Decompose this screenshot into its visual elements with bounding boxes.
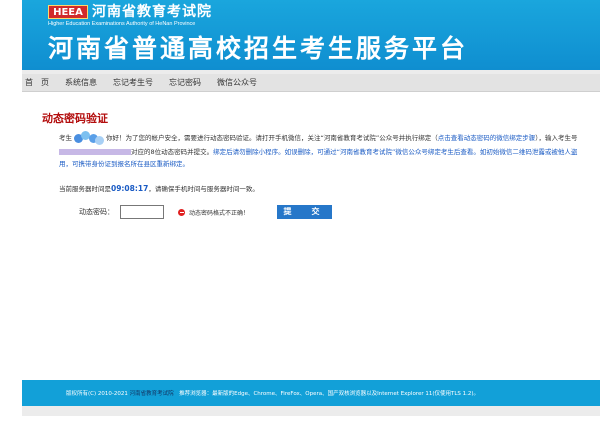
candidate-avatar: [72, 130, 106, 146]
instruction-paragraph: 考生 你好！为了您的帐户安全，需要进行动态密码验证。请打开手机微信，关注“河南省教…: [59, 130, 585, 170]
copyright-text: 版权所有(C) 2010-2021: [66, 391, 130, 397]
nav-forgot-password[interactable]: 忘记密码: [161, 77, 209, 88]
dynamic-password-input[interactable]: [120, 205, 164, 219]
site-title: 河南省普通高校招生考生服务平台: [48, 34, 469, 63]
submit-button[interactable]: 提 交: [277, 205, 333, 219]
wechat-bind-steps-link[interactable]: 点击查看动态密码的微信绑定步骤: [438, 134, 536, 142]
site-header: HEEA 河南省教育考试院 Higher Education Examinati…: [22, 0, 600, 70]
footer-org-link[interactable]: 河南省教育考试院: [130, 391, 174, 397]
error-icon: [178, 208, 185, 216]
instruction-text-3: 对应的8位动态密码并提交。: [131, 148, 214, 156]
dynamic-password-label: 动态密码：: [79, 208, 114, 216]
nav-forgot-exam-number[interactable]: 忘记考生号: [105, 77, 161, 88]
nav-wechat-account[interactable]: 微信公众号: [209, 77, 265, 88]
org-logo: HEEA: [48, 5, 88, 19]
org-name-english: Higher Education Examinations Authority …: [48, 21, 196, 27]
nav-system-info[interactable]: 系统信息: [57, 77, 105, 88]
main-content: 动态密码验证 考生 你好！为了您的帐户安全，需要进行动态密码验证。请打开手机微信，…: [22, 92, 600, 380]
server-time-suffix: ，请确保手机时间与服务器时间一致。: [148, 185, 259, 193]
error-message: 动态密码格式不正确！: [189, 209, 250, 217]
org-name: 河南省教育考试院: [92, 4, 212, 20]
instruction-text-1: 你好！为了您的帐户安全，需要进行动态密码验证。请打开手机微信，关注“河南省教育考…: [106, 134, 438, 142]
site-footer: 版权所有(C) 2010-2021 河南省教育考试院 推荐浏览器：最新版的Edg…: [22, 380, 600, 406]
instruction-text-2: ），输入考生号: [535, 134, 578, 142]
verification-form: 动态密码： 动态密码格式不正确！ 提 交: [79, 205, 333, 219]
page-frame: HEEA 河南省教育考试院 Higher Education Examinati…: [22, 0, 600, 416]
candidate-label: 考生: [59, 134, 72, 142]
server-time-line: 当前服务器时间是09:08:17，请确保手机时间与服务器时间一致。: [59, 183, 585, 195]
masked-exam-number: [59, 149, 131, 155]
main-nav: 首 页 系统信息 忘记考生号 忘记密码 微信公众号: [22, 74, 600, 92]
footer-text: 版权所有(C) 2010-2021 河南省教育考试院 推荐浏览器：最新版的Edg…: [66, 389, 479, 397]
server-time: 09:08:17: [111, 184, 149, 193]
page-title: 动态密码验证: [42, 112, 108, 125]
browser-recommendation: 推荐浏览器：最新版的Edge、Chrome、FireFox、Opera、国产双核…: [173, 391, 480, 397]
server-time-prefix: 当前服务器时间是: [59, 185, 111, 193]
nav-home[interactable]: 首 页: [22, 77, 57, 88]
